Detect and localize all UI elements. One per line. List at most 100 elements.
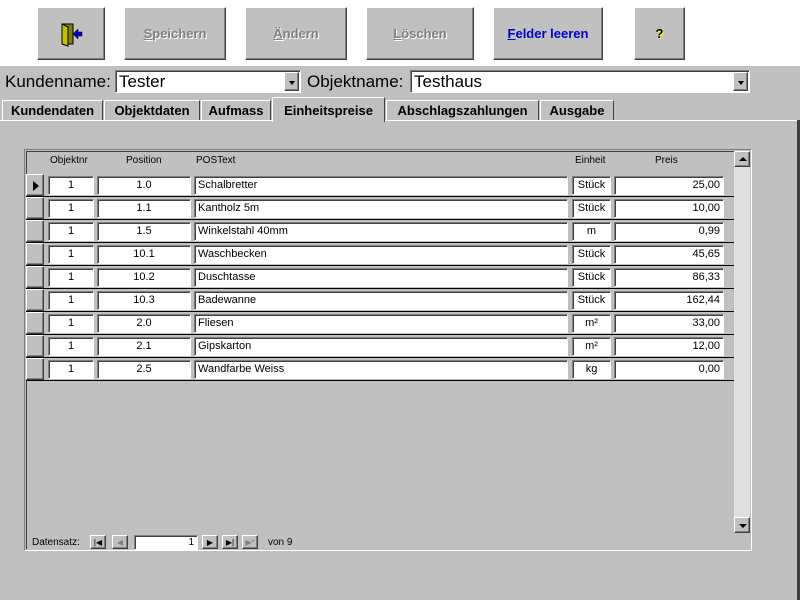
customer-label: Kundenname: <box>5 72 111 91</box>
record-selector[interactable] <box>26 266 44 288</box>
cell-objektnr[interactable]: 1 <box>48 268 94 287</box>
save-button[interactable]: Speichern <box>124 7 226 60</box>
cell-objektnr[interactable]: 1 <box>48 337 94 356</box>
help-button[interactable]: ? <box>634 7 685 60</box>
record-selector[interactable] <box>26 358 44 380</box>
cell-einheit[interactable]: kg <box>572 360 611 379</box>
cell-preis[interactable]: 45,65 <box>614 245 724 264</box>
cell-postext[interactable]: Wandfarbe Weiss <box>194 360 568 379</box>
cell-position[interactable]: 2.1 <box>97 337 191 356</box>
table-row[interactable]: 1 1.5 Winkelstahl 40mm m 0,99 <box>26 220 734 243</box>
cell-postext[interactable]: Winkelstahl 40mm <box>194 222 568 241</box>
record-number-input[interactable]: 1 <box>134 535 198 550</box>
table-row[interactable]: 1 2.1 Gipskarton m² 12,00 <box>26 335 734 358</box>
delete-button[interactable]: Löschen <box>366 7 474 60</box>
cell-position[interactable]: 10.1 <box>97 245 191 264</box>
object-value: Testhaus <box>414 72 483 91</box>
customer-dropdown-button[interactable] <box>284 72 299 91</box>
record-selector[interactable] <box>26 335 44 357</box>
cell-objektnr[interactable]: 1 <box>48 245 94 264</box>
tab-label: Objektdaten <box>114 103 190 118</box>
cell-einheit[interactable]: m² <box>572 337 611 356</box>
table-row[interactable]: 1 1.1 Kantholz 5m Stück 10,00 <box>26 197 734 220</box>
cell-postext[interactable]: Kantholz 5m <box>194 199 568 218</box>
record-selector[interactable] <box>26 243 44 265</box>
cell-objektnr[interactable]: 1 <box>48 314 94 333</box>
cell-postext[interactable]: Gipskarton <box>194 337 568 356</box>
record-selector[interactable] <box>26 312 44 334</box>
record-selector[interactable] <box>26 197 44 219</box>
cell-position[interactable]: 1.0 <box>97 176 191 195</box>
row-divider <box>26 380 734 381</box>
cell-preis[interactable]: 0,99 <box>614 222 724 241</box>
cell-objektnr[interactable]: 1 <box>48 176 94 195</box>
cell-einheit[interactable]: Stück <box>572 291 611 310</box>
table-row[interactable]: 1 2.0 Fliesen m² 33,00 <box>26 312 734 335</box>
new-record-icon: ▶* <box>245 537 255 547</box>
object-label: Objektname: <box>307 72 404 91</box>
object-combo[interactable]: Testhaus <box>410 70 750 93</box>
last-record-button[interactable]: ▶| <box>222 535 238 549</box>
cell-objektnr[interactable]: 1 <box>48 360 94 379</box>
tab-kundendaten[interactable]: Kundendaten <box>2 100 103 120</box>
cell-postext[interactable]: Waschbecken <box>194 245 568 264</box>
cell-objektnr[interactable]: 1 <box>48 291 94 310</box>
cell-einheit[interactable]: m² <box>572 314 611 333</box>
column-header-preis: Preis <box>655 155 678 166</box>
first-record-button[interactable]: |◀ <box>90 535 106 549</box>
record-selector[interactable] <box>26 289 44 311</box>
vertical-scrollbar[interactable] <box>734 151 750 533</box>
cell-einheit[interactable]: Stück <box>572 268 611 287</box>
cell-postext[interactable]: Schalbretter <box>194 176 568 195</box>
cell-position[interactable]: 2.0 <box>97 314 191 333</box>
previous-record-icon: ◀ <box>116 537 124 547</box>
table-row[interactable]: 1 10.1 Waschbecken Stück 45,65 <box>26 243 734 266</box>
record-selector[interactable] <box>26 174 44 196</box>
object-dropdown-button[interactable] <box>733 72 748 91</box>
cell-einheit[interactable]: Stück <box>572 245 611 264</box>
cell-preis[interactable]: 162,44 <box>614 291 724 310</box>
cell-preis[interactable]: 86,33 <box>614 268 724 287</box>
previous-record-button[interactable]: ◀ <box>112 535 128 549</box>
current-record-pointer-icon <box>33 181 39 191</box>
cell-position[interactable]: 1.1 <box>97 199 191 218</box>
exit-button[interactable] <box>37 7 105 60</box>
scroll-up-button[interactable] <box>734 151 750 167</box>
tab-abschlagszahlungen[interactable]: Abschlagszahlungen <box>386 100 539 120</box>
change-accel: Ä <box>273 26 283 41</box>
scroll-down-button[interactable] <box>734 517 750 533</box>
cell-einheit[interactable]: Stück <box>572 199 611 218</box>
cell-preis[interactable]: 25,00 <box>614 176 724 195</box>
tab-einheitspreise[interactable]: Einheitspreise <box>272 97 385 122</box>
change-button[interactable]: Ändern <box>245 7 347 60</box>
cell-einheit[interactable]: Stück <box>572 176 611 195</box>
clear-fields-button[interactable]: Felder leeren <box>493 7 603 60</box>
record-selector[interactable] <box>26 220 44 242</box>
cell-preis[interactable]: 10,00 <box>614 199 724 218</box>
table-row[interactable]: 1 10.3 Badewanne Stück 162,44 <box>26 289 734 312</box>
cell-preis[interactable]: 12,00 <box>614 337 724 356</box>
cell-postext[interactable]: Fliesen <box>194 314 568 333</box>
cell-position[interactable]: 1.5 <box>97 222 191 241</box>
cell-preis[interactable]: 33,00 <box>614 314 724 333</box>
cell-position[interactable]: 10.2 <box>97 268 191 287</box>
customer-combo[interactable]: Tester <box>115 70 301 93</box>
cell-position[interactable]: 10.3 <box>97 291 191 310</box>
tab-ausgabe[interactable]: Ausgabe <box>540 100 614 120</box>
table-row[interactable]: 1 1.0 Schalbretter Stück 25,00 <box>26 174 734 197</box>
cell-postext[interactable]: Duschtasse <box>194 268 568 287</box>
tab-aufmass[interactable]: Aufmass <box>201 100 271 120</box>
new-record-button[interactable]: ▶* <box>242 535 258 549</box>
cell-position[interactable]: 2.5 <box>97 360 191 379</box>
delete-label-rest: öschen <box>401 26 447 41</box>
cell-postext[interactable]: Badewanne <box>194 291 568 310</box>
next-record-button[interactable]: ▶ <box>202 535 218 549</box>
cell-objektnr[interactable]: 1 <box>48 222 94 241</box>
table-row[interactable]: 1 10.2 Duschtasse Stück 86,33 <box>26 266 734 289</box>
table-row[interactable]: 1 2.5 Wandfarbe Weiss kg 0,00 <box>26 358 734 381</box>
cell-objektnr[interactable]: 1 <box>48 199 94 218</box>
save-label-rest: peichern <box>152 26 207 41</box>
cell-preis[interactable]: 0,00 <box>614 360 724 379</box>
tab-objektdaten[interactable]: Objektdaten <box>104 100 200 120</box>
cell-einheit[interactable]: m <box>572 222 611 241</box>
